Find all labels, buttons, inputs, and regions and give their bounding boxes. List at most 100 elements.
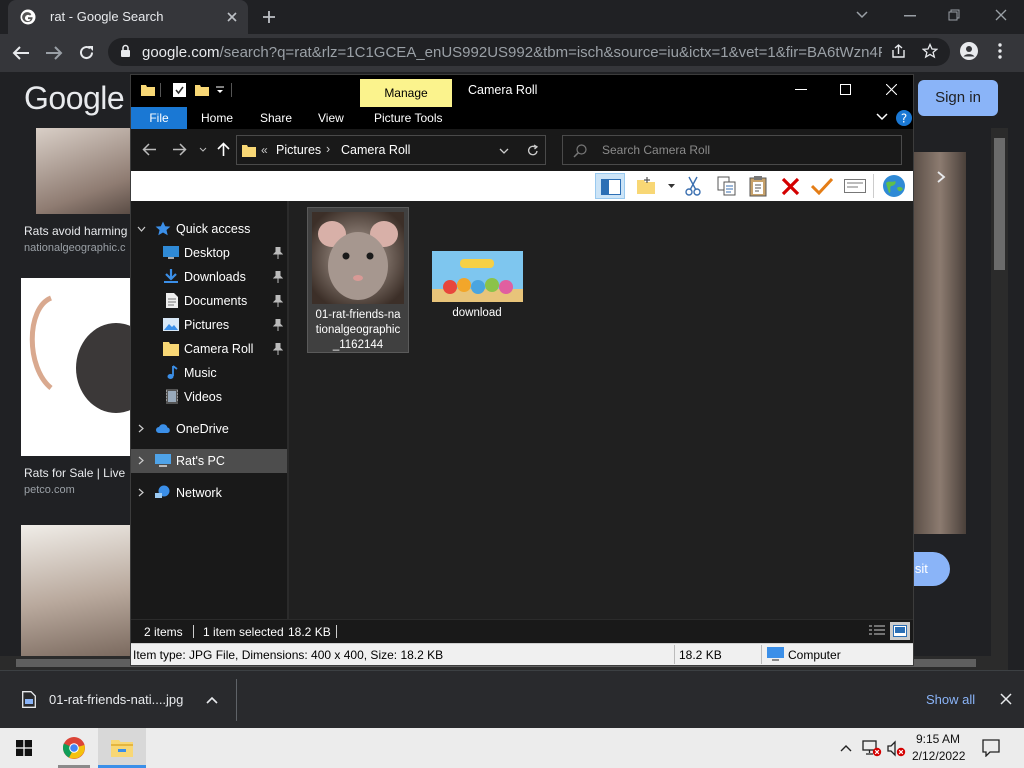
new-tab-icon[interactable] bbox=[262, 10, 276, 24]
back-icon[interactable] bbox=[12, 45, 30, 61]
explorer-back-icon[interactable] bbox=[142, 143, 157, 156]
new-item-icon[interactable] bbox=[637, 176, 657, 196]
up-folder-icon[interactable] bbox=[217, 142, 230, 157]
vertical-scroll-thumb[interactable] bbox=[994, 138, 1005, 270]
preview-pane-button[interactable] bbox=[595, 173, 625, 199]
breadcrumb-separator[interactable]: › bbox=[326, 142, 330, 156]
network-status-icon[interactable] bbox=[862, 740, 882, 757]
nav-videos[interactable]: Videos bbox=[131, 385, 287, 409]
help-icon[interactable]: ? bbox=[896, 110, 912, 126]
nav-documents[interactable]: Documents bbox=[131, 289, 287, 313]
reload-icon[interactable] bbox=[78, 44, 95, 61]
pin-icon[interactable] bbox=[273, 247, 283, 259]
close-window-icon[interactable] bbox=[995, 9, 1007, 21]
ribbon-home-tab[interactable]: Home bbox=[201, 111, 233, 125]
result-image-2[interactable] bbox=[21, 278, 130, 456]
breadcrumb-camera-roll[interactable]: Camera Roll bbox=[341, 143, 410, 157]
pin-icon[interactable] bbox=[273, 271, 283, 283]
breadcrumb-pictures[interactable]: Pictures bbox=[276, 143, 321, 157]
download-file-name[interactable]: 01-rat-friends-nati....jpg bbox=[49, 692, 183, 707]
vertical-scrollbar[interactable] bbox=[991, 128, 1008, 656]
profile-icon[interactable] bbox=[960, 42, 978, 60]
nav-desktop[interactable]: Desktop bbox=[131, 241, 287, 265]
clock-date[interactable]: 2/12/2022 bbox=[912, 749, 965, 763]
delete-icon[interactable] bbox=[781, 177, 800, 196]
ribbon-view-tab[interactable]: View bbox=[318, 111, 344, 125]
pin-icon[interactable] bbox=[273, 319, 283, 331]
collapsed-chevron-icon[interactable] bbox=[138, 488, 144, 497]
new-folder-icon[interactable] bbox=[195, 83, 209, 97]
file-item-download[interactable]: download bbox=[427, 207, 529, 327]
nav-downloads[interactable]: Downloads bbox=[131, 265, 287, 289]
result-title-2[interactable]: Rats for Sale | Live bbox=[24, 466, 125, 480]
notifications-icon[interactable] bbox=[982, 739, 1000, 757]
file-item-rat[interactable]: 01-rat-friends-na tionalgeographic _1162… bbox=[307, 207, 409, 353]
breadcrumb-overflow[interactable]: « bbox=[261, 143, 268, 157]
search-box[interactable]: Search Camera Roll bbox=[562, 135, 902, 165]
collapsed-chevron-icon[interactable] bbox=[138, 456, 144, 465]
clock-time[interactable]: 9:15 AM bbox=[916, 732, 960, 746]
tray-chevron-up-icon[interactable] bbox=[840, 744, 852, 752]
explorer-forward-icon[interactable] bbox=[172, 143, 187, 156]
expand-ribbon-icon[interactable] bbox=[876, 113, 888, 121]
volume-muted-icon[interactable] bbox=[887, 740, 907, 757]
properties-icon[interactable] bbox=[173, 83, 186, 97]
lock-icon[interactable] bbox=[120, 44, 131, 58]
taskbar-explorer-button[interactable] bbox=[98, 728, 146, 768]
tab-search-icon[interactable] bbox=[856, 10, 868, 20]
google-logo[interactable]: Google bbox=[24, 80, 125, 117]
ribbon-share-tab[interactable]: Share bbox=[260, 111, 292, 125]
globe-icon[interactable] bbox=[882, 174, 906, 198]
copy-icon[interactable] bbox=[717, 176, 737, 196]
details-view-icon[interactable] bbox=[869, 625, 885, 638]
preview-image[interactable] bbox=[914, 152, 966, 534]
paste-icon[interactable] bbox=[749, 175, 767, 197]
large-icons-view-button[interactable] bbox=[890, 622, 910, 640]
manage-tab[interactable]: Manage bbox=[360, 79, 452, 107]
nav-network[interactable]: Network bbox=[131, 481, 287, 505]
pin-icon[interactable] bbox=[273, 343, 283, 355]
menu-dots-icon[interactable] bbox=[998, 43, 1002, 59]
show-all-button[interactable]: Show all bbox=[926, 692, 975, 707]
refresh-icon[interactable] bbox=[527, 144, 539, 157]
url-text[interactable]: google.com/search?q=rat&rlz=1C1GCEA_enUS… bbox=[142, 44, 882, 61]
new-item-dropdown-icon[interactable] bbox=[668, 184, 675, 188]
cut-icon[interactable] bbox=[685, 176, 701, 196]
pin-icon[interactable] bbox=[273, 295, 283, 307]
browser-tab[interactable]: rat - Google Search bbox=[8, 0, 248, 34]
explorer-minimize-icon[interactable] bbox=[795, 89, 807, 91]
nav-music[interactable]: Music bbox=[131, 361, 287, 385]
forward-icon[interactable] bbox=[45, 45, 63, 61]
expanded-chevron-icon[interactable] bbox=[137, 226, 146, 232]
result-image-3[interactable] bbox=[21, 525, 130, 656]
recent-locations-icon[interactable] bbox=[199, 147, 207, 152]
address-dropdown-icon[interactable] bbox=[499, 148, 509, 154]
windows-start-icon[interactable] bbox=[16, 740, 32, 756]
chevron-up-icon[interactable] bbox=[206, 696, 218, 704]
restore-icon[interactable] bbox=[948, 9, 961, 22]
chevron-right-icon[interactable] bbox=[936, 170, 946, 184]
taskbar-chrome-button[interactable] bbox=[50, 728, 98, 768]
explorer-close-icon[interactable] bbox=[886, 84, 897, 95]
close-download-bar-icon[interactable] bbox=[1000, 693, 1012, 705]
explorer-maximize-icon[interactable] bbox=[840, 84, 851, 95]
address-box[interactable]: « Pictures › Camera Roll bbox=[236, 135, 546, 165]
ribbon-picture-tools-tab[interactable]: Picture Tools bbox=[374, 111, 442, 125]
nav-this-pc[interactable]: Rat's PC bbox=[131, 449, 287, 473]
rename-check-icon[interactable] bbox=[811, 177, 833, 195]
nav-camera-roll[interactable]: Camera Roll bbox=[131, 337, 287, 361]
ribbon-file-tab[interactable]: File bbox=[131, 107, 187, 129]
bookmark-star-icon[interactable] bbox=[922, 43, 938, 59]
nav-onedrive[interactable]: OneDrive bbox=[131, 417, 287, 441]
collapsed-chevron-icon[interactable] bbox=[138, 424, 144, 433]
nav-quick-access[interactable]: Quick access bbox=[131, 217, 287, 241]
result-title-1[interactable]: Rats avoid harming bbox=[24, 224, 127, 238]
sign-in-button[interactable]: Sign in bbox=[918, 80, 998, 116]
share-icon[interactable] bbox=[891, 44, 906, 59]
customize-toolbar-icon[interactable] bbox=[216, 86, 224, 95]
result-image-1[interactable] bbox=[36, 128, 130, 214]
properties-form-icon[interactable] bbox=[844, 179, 866, 193]
minimize-icon[interactable] bbox=[904, 15, 916, 17]
close-tab-icon[interactable] bbox=[226, 11, 238, 23]
nav-pictures[interactable]: Pictures bbox=[131, 313, 287, 337]
